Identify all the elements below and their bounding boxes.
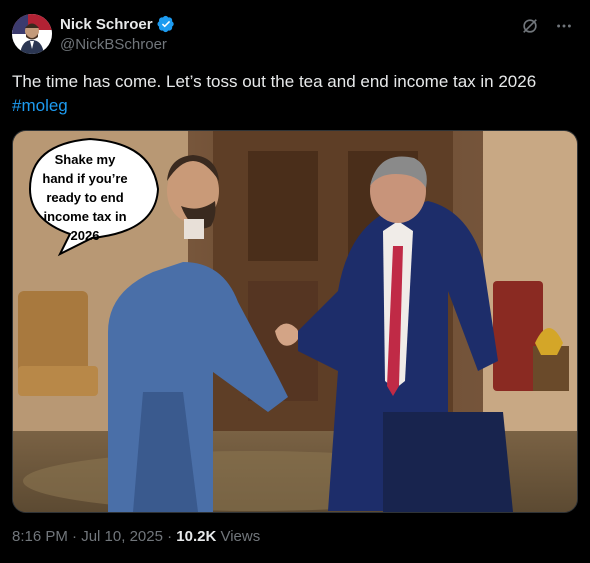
author-handle[interactable]: @NickBSchroer bbox=[60, 36, 175, 53]
bubble-line: income tax in bbox=[43, 209, 127, 224]
hashtag-link[interactable]: #moleg bbox=[12, 96, 68, 115]
meta-separator: · bbox=[162, 528, 177, 545]
tweet-text: The time has come. Let’s toss out the te… bbox=[12, 70, 578, 118]
header-actions bbox=[520, 16, 574, 36]
verified-badge-icon[interactable] bbox=[157, 15, 175, 33]
tweet-date[interactable]: Jul 10, 2025 bbox=[81, 528, 163, 545]
bubble-line: 2026 bbox=[70, 228, 100, 243]
display-name-row: Nick Schroer bbox=[60, 15, 175, 33]
tweet-body: The time has come. Let’s toss out the te… bbox=[12, 72, 537, 91]
views-label: Views bbox=[216, 528, 261, 545]
tweet-time[interactable]: 8:16 PM bbox=[12, 528, 68, 545]
author-names: Nick Schroer @NickBSchroer bbox=[60, 15, 175, 53]
bubble-line: ready to end bbox=[46, 190, 124, 205]
meta-separator: · bbox=[67, 528, 82, 545]
avatar-image bbox=[12, 14, 52, 54]
tweet-header: Nick Schroer @NickBSchroer bbox=[12, 12, 578, 58]
display-name[interactable]: Nick Schroer bbox=[60, 16, 153, 33]
bubble-line: Shake my bbox=[54, 152, 116, 167]
tweet-meta: 8:16 PM · Jul 10, 2025 · 10.2K Views bbox=[12, 528, 260, 545]
views-count[interactable]: 10.2K bbox=[176, 528, 216, 545]
more-icon[interactable] bbox=[554, 16, 574, 36]
avatar[interactable] bbox=[12, 14, 52, 54]
speech-bubble-text: Shake my hand if you’re ready to end inc… bbox=[30, 150, 140, 245]
bubble-line: hand if you’re bbox=[42, 171, 128, 186]
grok-icon[interactable] bbox=[520, 16, 540, 36]
